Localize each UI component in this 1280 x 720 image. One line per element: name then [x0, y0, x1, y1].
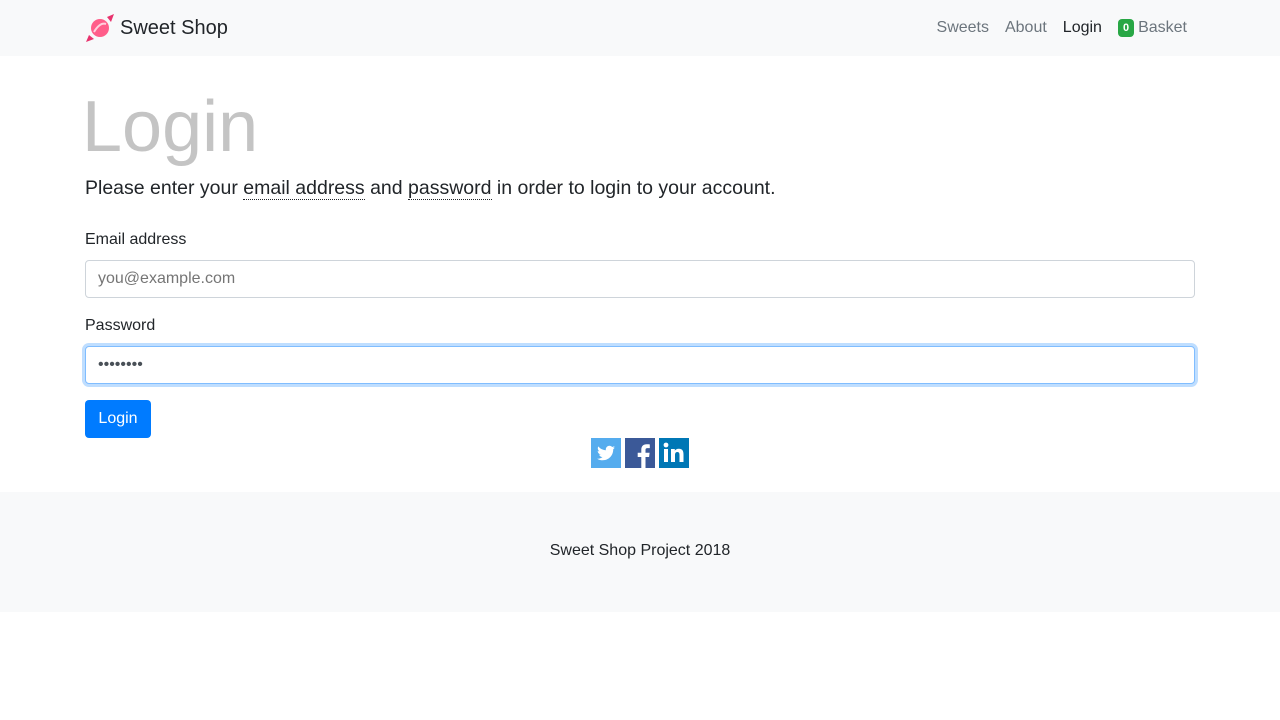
- footer-text: Sweet Shop Project 2018: [549, 542, 731, 559]
- email-label: Email address: [85, 231, 187, 248]
- lead-text-1: Please enter your: [85, 177, 244, 199]
- password-field[interactable]: [85, 346, 1195, 384]
- nav-links: Sweets About Login 0 Basket: [921, 0, 1187, 56]
- twitter-icon[interactable]: [591, 438, 621, 468]
- basket-label: Basket: [1138, 19, 1187, 36]
- lead-text-2: and: [364, 177, 409, 199]
- social-links: [591, 438, 693, 468]
- navbar: Sweet Shop Sweets About Login 0 Basket: [0, 0, 1280, 56]
- password-label: Password: [85, 317, 156, 334]
- linkedin-icon[interactable]: [659, 438, 689, 468]
- nav-link-sweets[interactable]: Sweets: [937, 19, 989, 37]
- login-instructions: Please enter your email address and pass…: [85, 177, 776, 200]
- password-abbr: password: [408, 177, 492, 200]
- brand-name: Sweet Shop: [120, 16, 228, 39]
- lead-text-3: in order to login to your account.: [491, 177, 776, 199]
- nav-link-about[interactable]: About: [1005, 19, 1047, 37]
- footer: Sweet Shop Project 2018: [0, 492, 1280, 612]
- facebook-icon[interactable]: [625, 438, 655, 468]
- login-button[interactable]: Login: [85, 400, 151, 438]
- candy-icon: [86, 14, 114, 42]
- email-address-abbr: email address: [243, 177, 365, 200]
- brand-link[interactable]: Sweet Shop: [85, 12, 228, 44]
- nav-link-login[interactable]: Login: [1063, 19, 1102, 37]
- basket-count-badge: 0: [1117, 19, 1135, 37]
- email-field[interactable]: [85, 260, 1195, 298]
- nav-link-basket[interactable]: 0 Basket: [1117, 19, 1187, 37]
- page-title: Login: [82, 87, 259, 167]
